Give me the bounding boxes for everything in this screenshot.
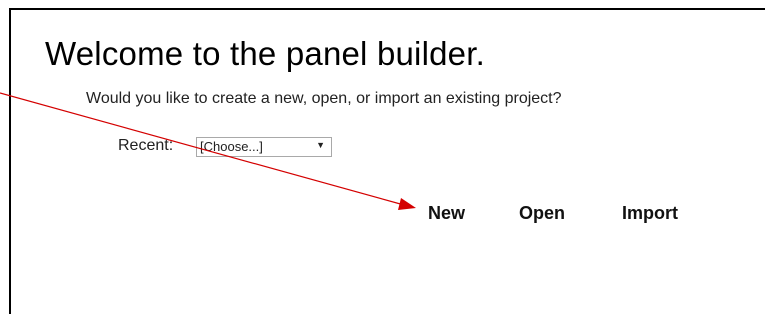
open-button[interactable]: Open (519, 203, 565, 224)
recent-label: Recent: (118, 137, 174, 154)
chevron-down-icon: ▼ (316, 140, 325, 150)
import-button[interactable]: Import (622, 203, 678, 224)
recent-dropdown[interactable]: [Choose...] ▼ (196, 137, 332, 157)
new-button[interactable]: New (428, 203, 465, 224)
page-title: Welcome to the panel builder. (45, 35, 485, 72)
welcome-subtitle: Would you like to create a new, open, or… (86, 90, 562, 107)
recent-dropdown-value: [Choose...] (200, 139, 263, 154)
